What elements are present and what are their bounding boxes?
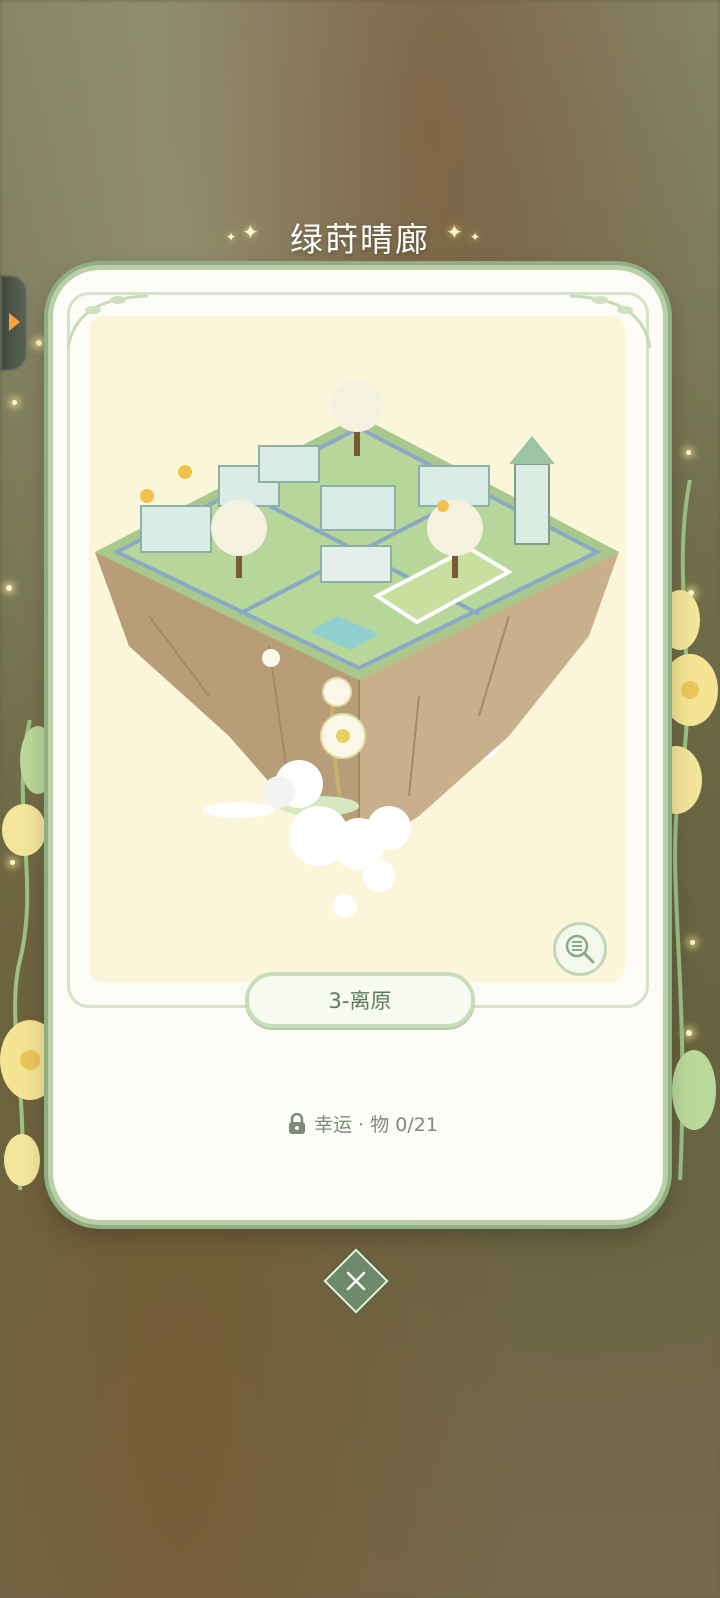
sparkle-icon: ✦ — [242, 220, 259, 244]
side-drawer-tab[interactable] — [0, 275, 28, 371]
sparkle — [12, 400, 17, 405]
close-icon — [335, 1260, 377, 1302]
sparkle-icon: ✦ — [446, 220, 463, 244]
zoom-list-icon — [565, 934, 595, 964]
chevron-right-icon — [9, 313, 20, 331]
sparkle — [686, 450, 691, 455]
level-name-label: 3-离原 — [328, 989, 392, 1013]
page-title: 绿莳晴廊 — [290, 220, 430, 259]
title-bar: ✦ ✦ 绿莳晴廊 ✦ ✦ — [0, 212, 720, 262]
level-illustration — [89, 316, 625, 982]
level-card: 3-离原 幸运 · 物 0/21 — [48, 265, 668, 1225]
unlock-progress: 幸运 · 物 0/21 — [53, 1110, 673, 1137]
sparkle — [36, 340, 42, 346]
lock-icon — [289, 1112, 306, 1134]
sparkle-icon: ✦ — [470, 230, 481, 244]
sparkle — [6, 585, 12, 591]
unlock-progress-text: 幸运 · 物 0/21 — [314, 1114, 438, 1136]
level-name-pill: 3-离原 — [245, 972, 475, 1028]
floating-island-illustration — [95, 380, 619, 918]
sparkle-icon: ✦ — [226, 230, 237, 244]
zoom-view-button[interactable] — [553, 922, 607, 976]
